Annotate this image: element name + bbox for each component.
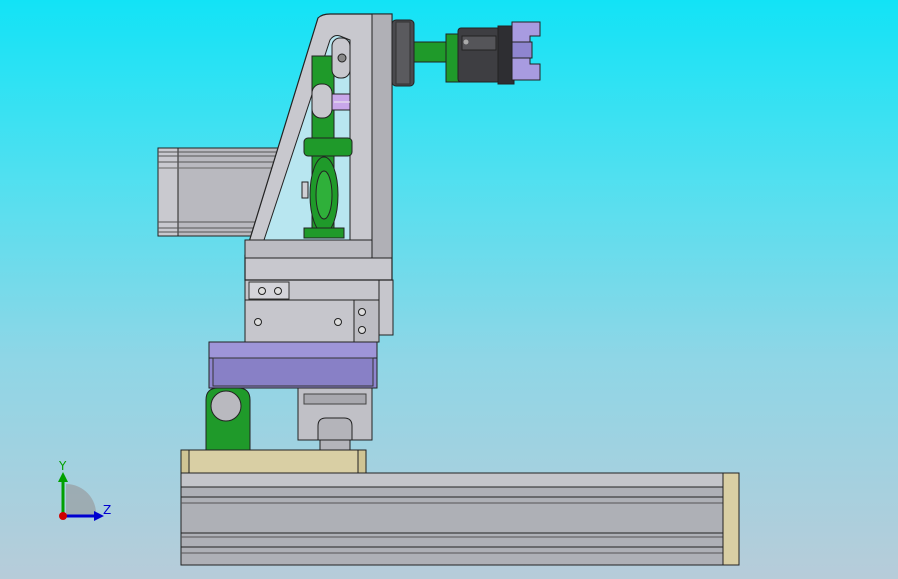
graphics-viewport[interactable]: Y Z <box>0 0 898 579</box>
triad-arc <box>66 483 97 516</box>
axis-triad: Y Z <box>58 459 111 521</box>
y-axis-label: Y <box>58 459 67 473</box>
y-axis-arrow <box>58 472 68 482</box>
x-axis-point <box>59 512 67 520</box>
z-axis-label: Z <box>103 503 111 517</box>
